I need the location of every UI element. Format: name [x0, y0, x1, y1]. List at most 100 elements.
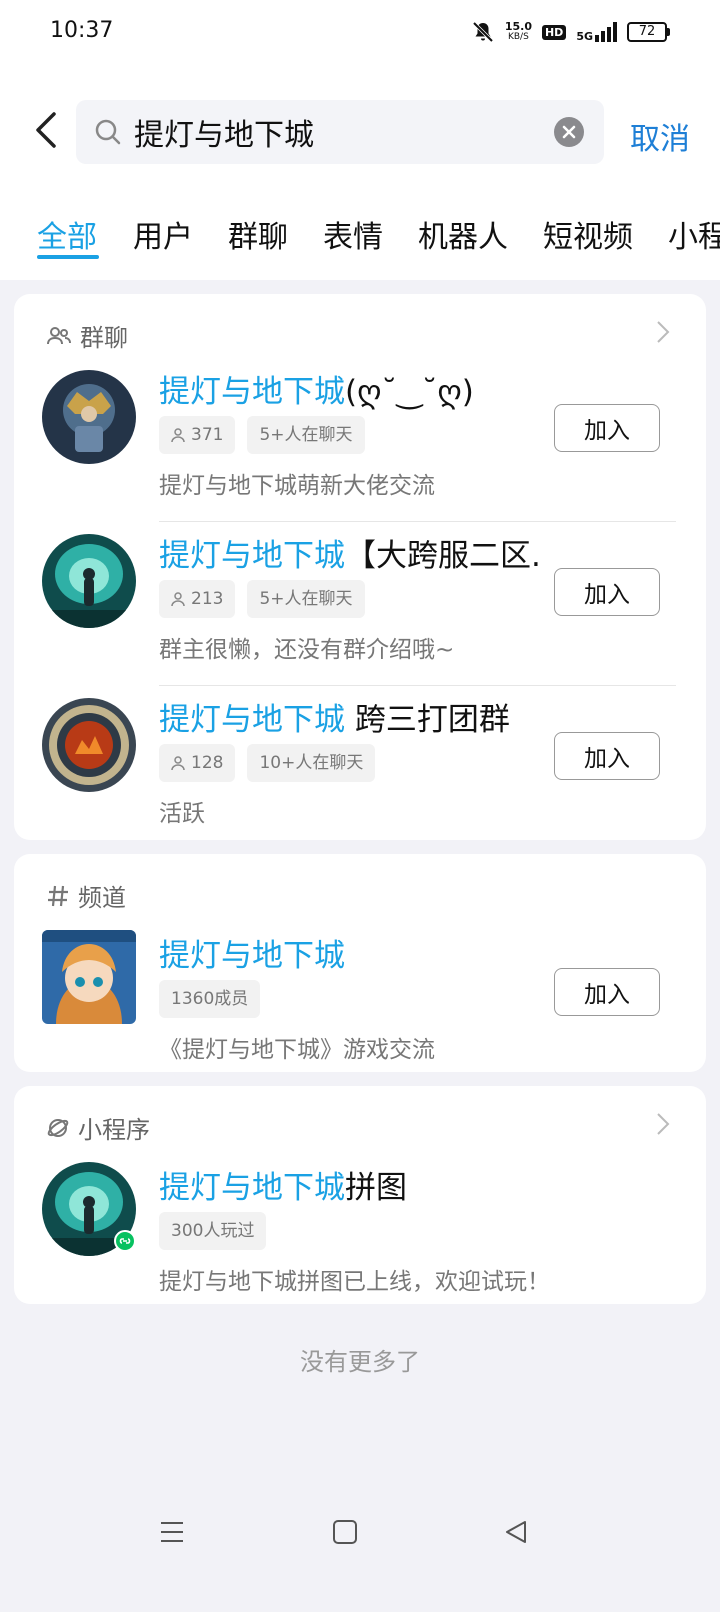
signal-bars-icon: [595, 22, 617, 42]
cancel-button[interactable]: 取消: [630, 114, 690, 158]
member-count-badge: 128: [159, 744, 236, 782]
group-title-suffix: 【大跨服二区...: [345, 538, 539, 574]
group-description: 群主很懒，还没有群介绍哦~: [159, 637, 455, 663]
tab-users[interactable]: 用户: [133, 212, 193, 256]
search-input[interactable]: [134, 114, 544, 150]
group-title: 提灯与地下城【大跨服二区...: [159, 530, 539, 575]
avatar: [42, 370, 136, 464]
section-header: 频道: [46, 878, 126, 913]
section-header[interactable]: 小程序: [46, 1110, 150, 1145]
status-time: 10:37: [50, 18, 114, 43]
group-title: 提灯与地下城(ღ˘‿˘ღ): [159, 366, 474, 411]
list-item[interactable]: 提灯与地下城(ღ˘‿˘ღ) 371 5+人在聊天 提灯与地下城萌新大佬交流 加入: [14, 362, 706, 522]
member-count: 128: [191, 753, 224, 773]
avatar: [42, 698, 136, 792]
tab-mini-programs[interactable]: 小程序: [668, 212, 720, 256]
tab-groups[interactable]: 群聊: [228, 212, 288, 256]
group-title-highlight: 提灯与地下城: [159, 374, 345, 410]
channels-section: 频道 提灯与地下城 1360成员 《提灯与地下城》游戏交流 加入: [14, 854, 706, 1072]
group-title-suffix: 跨三打团群: [345, 702, 510, 738]
group-description: 活跃: [159, 801, 205, 827]
search-header: 取消 全部 用户 群聊 表情 机器人 短视频 小程序: [0, 64, 720, 280]
triangle-back-icon: [506, 1521, 526, 1543]
tab-all[interactable]: 全部: [37, 212, 97, 256]
chevron-right-icon[interactable]: [656, 1112, 670, 1136]
cell-signal: 5G: [576, 22, 617, 42]
member-count-badge: 371: [159, 416, 236, 454]
network-type: 5G: [576, 30, 593, 43]
channel-description: 《提灯与地下城》游戏交流: [159, 1037, 435, 1063]
clear-search-button[interactable]: [554, 117, 584, 147]
member-count-badge: 1360成员: [159, 980, 261, 1018]
close-icon: [562, 125, 576, 139]
avatar: [42, 534, 136, 628]
group-tags: 128 10+人在聊天: [159, 744, 376, 782]
channel-title: 提灯与地下城: [159, 930, 345, 975]
join-button[interactable]: 加入: [554, 568, 660, 616]
menu-icon: [161, 1522, 183, 1542]
end-of-results: 没有更多了: [300, 1348, 420, 1376]
list-item[interactable]: 提灯与地下城拼图 300人玩过 提灯与地下城拼图已上线，欢迎试玩！: [14, 1158, 706, 1318]
online-badge: 5+人在聊天: [247, 416, 365, 454]
active-tab-indicator: [37, 255, 99, 259]
online-badge: 5+人在聊天: [247, 580, 365, 618]
group-users-icon: [47, 326, 71, 344]
group-chats-section: 群聊 提灯与地下城(ღ˘‿˘ღ) 371 5+人在聊天 提灯与地下城萌新大佬交流: [14, 294, 706, 840]
person-icon: [171, 427, 185, 442]
system-nav-bar: [0, 1490, 720, 1570]
person-icon: [171, 591, 185, 606]
member-count-badge: 213: [159, 580, 236, 618]
mini-program-tags: 300人玩过: [159, 1212, 267, 1250]
battery-icon: 72: [627, 22, 670, 42]
mini-program-title-suffix: 拼图: [345, 1170, 407, 1206]
member-count: 213: [191, 589, 224, 609]
home-square-icon: [333, 1520, 357, 1544]
join-button[interactable]: 加入: [554, 404, 660, 452]
list-item[interactable]: 提灯与地下城【大跨服二区... 213 5+人在聊天 群主很懒，还没有群介绍哦~…: [14, 526, 706, 686]
net-speed: 15.0 KB/S: [505, 21, 532, 43]
status-icons: 15.0 KB/S HD 5G 72: [471, 16, 670, 48]
join-button[interactable]: 加入: [554, 968, 660, 1016]
chevron-left-icon: [36, 112, 56, 148]
back-button[interactable]: [26, 108, 66, 152]
divider: [159, 685, 676, 686]
group-title-suffix: (ღ˘‿˘ღ): [345, 374, 474, 410]
group-description: 提灯与地下城萌新大佬交流: [159, 473, 435, 499]
mini-programs-section: 小程序 提灯与地下城拼图 300人玩过 提灯与地下城拼图已上线，欢迎试玩！: [14, 1086, 706, 1304]
join-button[interactable]: 加入: [554, 732, 660, 780]
group-tags: 371 5+人在聊天: [159, 416, 365, 454]
group-title-highlight: 提灯与地下城: [159, 538, 345, 574]
group-title-highlight: 提灯与地下城: [159, 702, 345, 738]
section-header[interactable]: 群聊: [46, 318, 128, 353]
section-title: 群聊: [80, 324, 128, 352]
hd-badge: HD: [541, 24, 567, 40]
mini-program-title-highlight: 提灯与地下城: [159, 1170, 345, 1206]
mini-program-icon: [47, 1118, 69, 1137]
battery-level: 72: [627, 22, 667, 42]
search-box[interactable]: [76, 100, 604, 164]
channel-title-highlight: 提灯与地下城: [159, 938, 345, 974]
chevron-right-icon[interactable]: [656, 320, 670, 344]
mini-program-description: 提灯与地下城拼图已上线，欢迎试玩！: [159, 1269, 550, 1295]
search-icon: [94, 117, 124, 147]
tab-bots[interactable]: 机器人: [418, 212, 508, 256]
hashtag-icon: [48, 885, 68, 906]
home-button[interactable]: [323, 1510, 367, 1554]
tab-stickers[interactable]: 表情: [323, 212, 383, 256]
net-speed-unit: KB/S: [507, 32, 529, 42]
online-badge: 10+人在聊天: [247, 744, 376, 782]
divider: [159, 521, 676, 522]
filter-tabs: 全部 用户 群聊 表情 机器人 短视频 小程序: [0, 212, 720, 272]
section-title: 小程序: [78, 1116, 150, 1144]
players-badge: 300人玩过: [159, 1212, 267, 1250]
back-nav-button[interactable]: [494, 1510, 538, 1554]
menu-button[interactable]: [150, 1510, 194, 1554]
list-item[interactable]: 提灯与地下城 跨三打团群 128 10+人在聊天 活跃 加入: [14, 690, 706, 850]
list-item[interactable]: 提灯与地下城 1360成员 《提灯与地下城》游戏交流 加入: [14, 926, 706, 1086]
tab-short-videos[interactable]: 短视频: [543, 212, 633, 256]
group-title: 提灯与地下城 跨三打团群: [159, 694, 510, 739]
bell-muted-icon: [472, 21, 494, 43]
group-tags: 213 5+人在聊天: [159, 580, 365, 618]
status-bar: 10:37 15.0 KB/S HD 5G 72: [0, 0, 720, 64]
mini-program-badge-icon: [114, 1230, 136, 1252]
